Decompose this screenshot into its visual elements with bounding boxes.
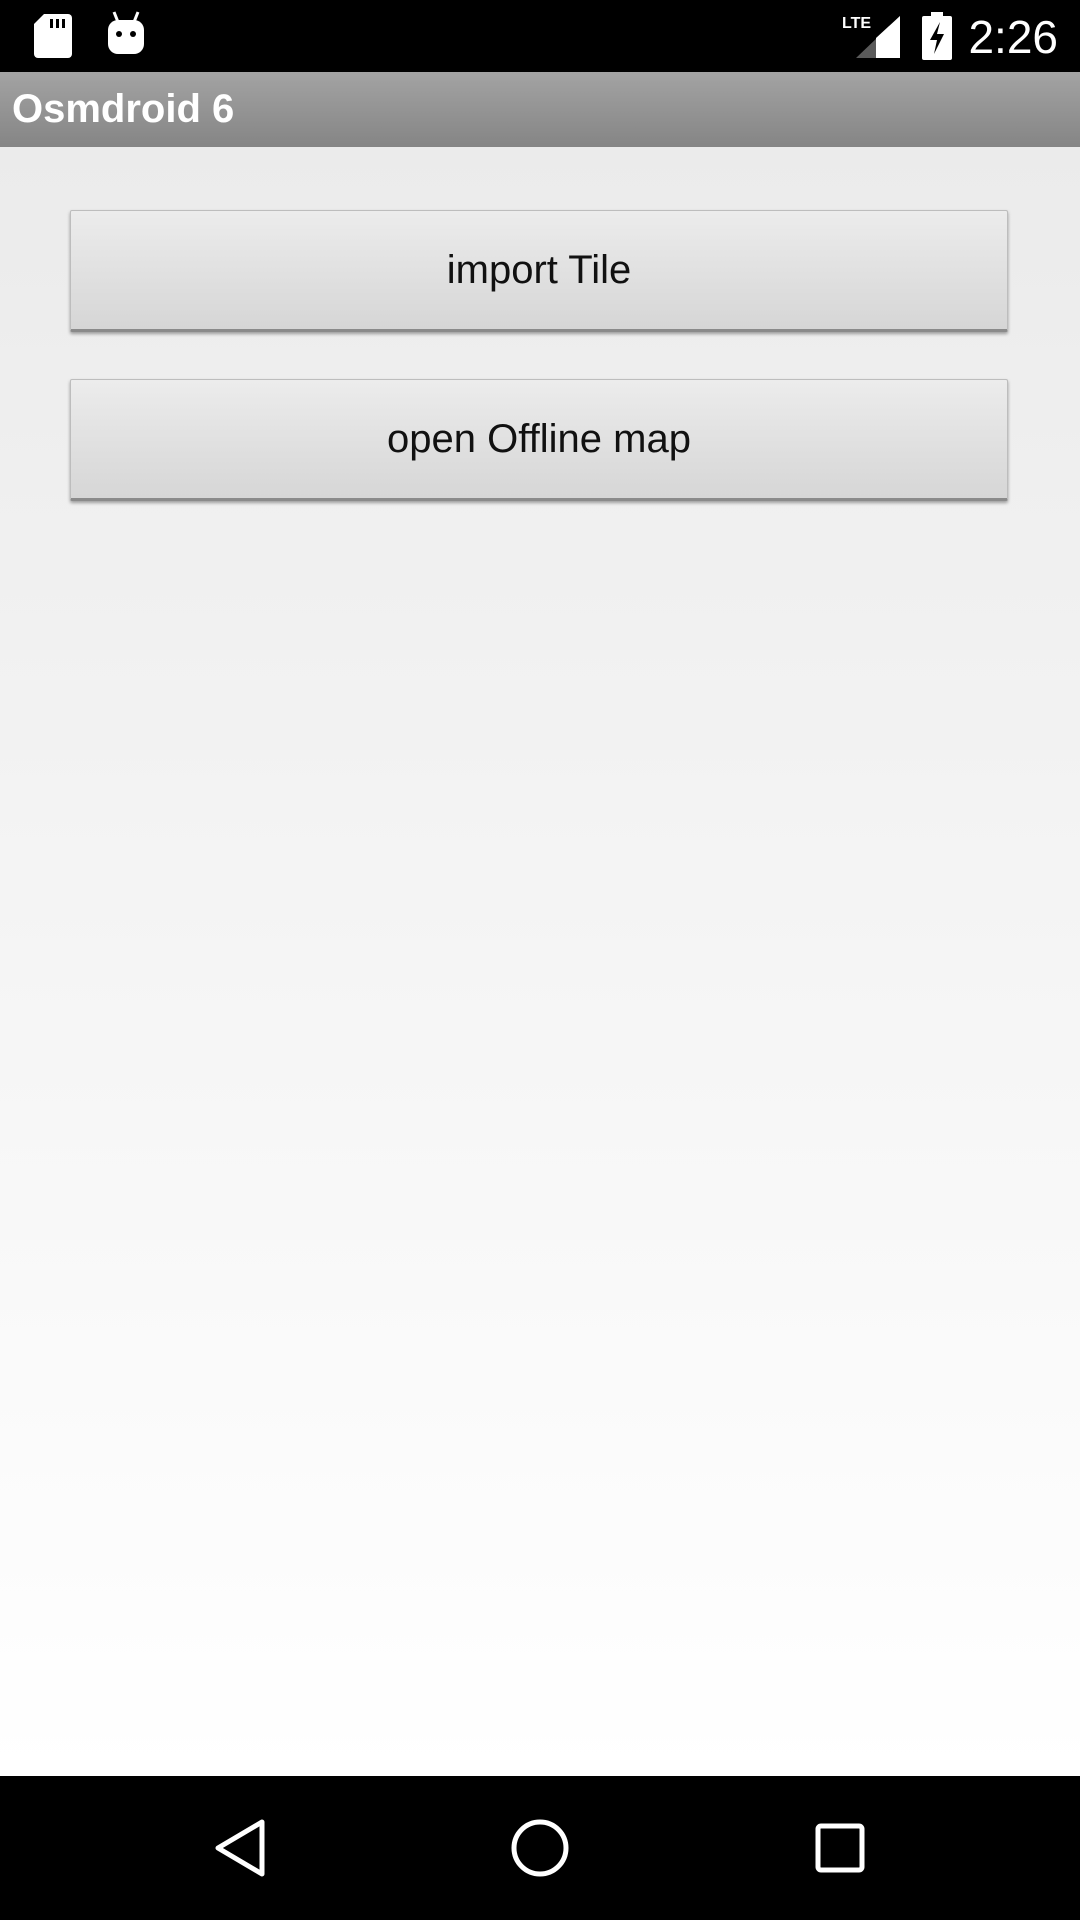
lte-signal-icon: LTE — [842, 15, 900, 58]
recents-icon[interactable] — [804, 1812, 876, 1884]
app-title: Osmdroid 6 — [12, 87, 235, 131]
screen: LTE 2:26 Osmdroid 6 import Tile open Off… — [0, 0, 1080, 1920]
sd-card-icon — [34, 14, 72, 58]
svg-text:LTE: LTE — [842, 15, 871, 32]
home-icon[interactable] — [504, 1812, 576, 1884]
action-bar: Osmdroid 6 — [0, 72, 1080, 148]
import-tile-button[interactable]: import Tile — [70, 210, 1008, 332]
main-content: import Tile open Offline map — [0, 147, 1080, 1776]
status-clock: 2:26 — [968, 11, 1058, 63]
navigation-bar — [0, 1776, 1080, 1920]
back-icon[interactable] — [204, 1812, 276, 1884]
android-icon — [108, 11, 144, 54]
status-bar: LTE 2:26 — [0, 0, 1080, 72]
open-offline-map-button[interactable]: open Offline map — [70, 379, 1008, 501]
battery-charging-icon — [922, 12, 952, 60]
